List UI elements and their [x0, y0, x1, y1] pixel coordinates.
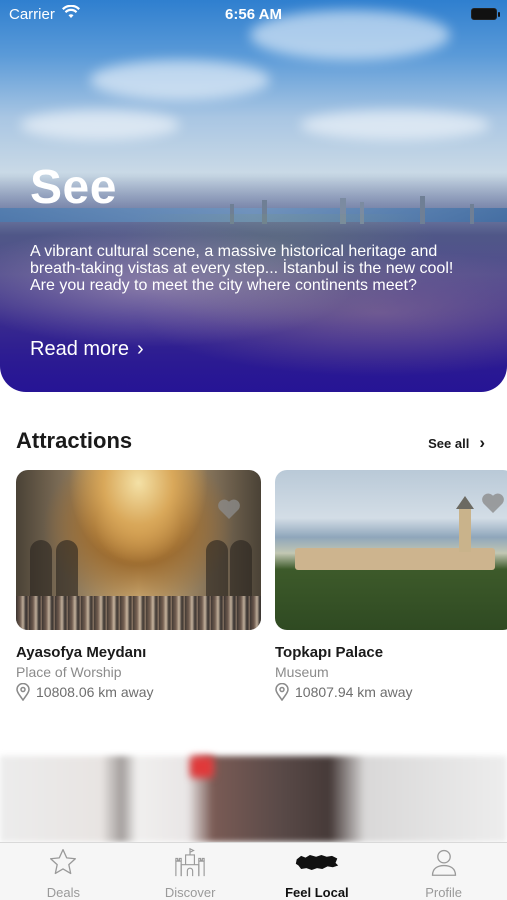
tab-label: Feel Local: [285, 885, 349, 900]
tab-label: Deals: [46, 885, 80, 900]
chevron-right-icon: ›: [479, 433, 485, 452]
heart-icon[interactable]: [481, 492, 505, 514]
tab-profile[interactable]: Profile: [380, 843, 507, 900]
see-all-label: See all: [428, 435, 470, 451]
hero-banner: Carrier 6:56 AM See A vibrant cultural s…: [0, 0, 507, 392]
tab-label: Profile: [425, 885, 463, 900]
next-section-photo[interactable]: [0, 756, 507, 842]
tab-feel-local[interactable]: Feel Local: [254, 843, 381, 900]
attraction-photo: [16, 470, 261, 630]
status-bar: Carrier 6:56 AM: [0, 0, 507, 28]
distance-text: 10808.06 km away: [36, 684, 154, 700]
hero-description: A vibrant cultural scene, a massive hist…: [30, 243, 454, 294]
person-icon: [431, 849, 456, 876]
clock: 6:56 AM: [225, 6, 282, 23]
star-icon: [50, 848, 77, 875]
attraction-photo: [275, 470, 507, 630]
see-all-button[interactable]: See all ›: [428, 433, 485, 453]
read-more-label: Read more: [30, 338, 129, 360]
battery-icon: [471, 8, 500, 20]
attraction-card[interactable]: Topkapı Palace Museum 10807.94 km away: [275, 470, 507, 701]
distance-text: 10807.94 km away: [295, 684, 413, 700]
attraction-category: Place of Worship: [16, 664, 122, 680]
attraction-distance: 10807.94 km away: [275, 683, 507, 701]
castle-icon: [175, 847, 205, 877]
read-more-link[interactable]: Read more ›: [30, 338, 144, 361]
attraction-name: Ayasofya Meydanı: [16, 644, 147, 661]
tab-deals[interactable]: Deals: [0, 843, 127, 900]
attraction-card[interactable]: Ayasofya Meydanı Place of Worship 10808.…: [16, 470, 261, 701]
turkey-map-icon: [295, 854, 339, 870]
next-section-photo-detail: [190, 756, 214, 778]
heart-icon[interactable]: [217, 498, 241, 520]
chevron-right-icon: ›: [136, 338, 144, 360]
tab-discover[interactable]: Discover: [127, 843, 254, 900]
hero-title: See: [30, 161, 117, 214]
location-pin-icon: [275, 683, 289, 701]
attraction-name: Topkapı Palace: [275, 644, 384, 661]
attraction-distance: 10808.06 km away: [16, 683, 261, 701]
cloud-decoration: [20, 110, 180, 140]
section-title-attractions: Attractions: [16, 428, 133, 453]
tab-label: Discover: [164, 885, 216, 900]
cloud-decoration: [90, 60, 270, 100]
city-photo: [0, 214, 507, 392]
tab-bar: Deals Discover Feel Local Profile: [0, 842, 507, 900]
cloud-decoration: [300, 110, 490, 140]
location-pin-icon: [16, 683, 30, 701]
attraction-category: Museum: [275, 664, 329, 680]
